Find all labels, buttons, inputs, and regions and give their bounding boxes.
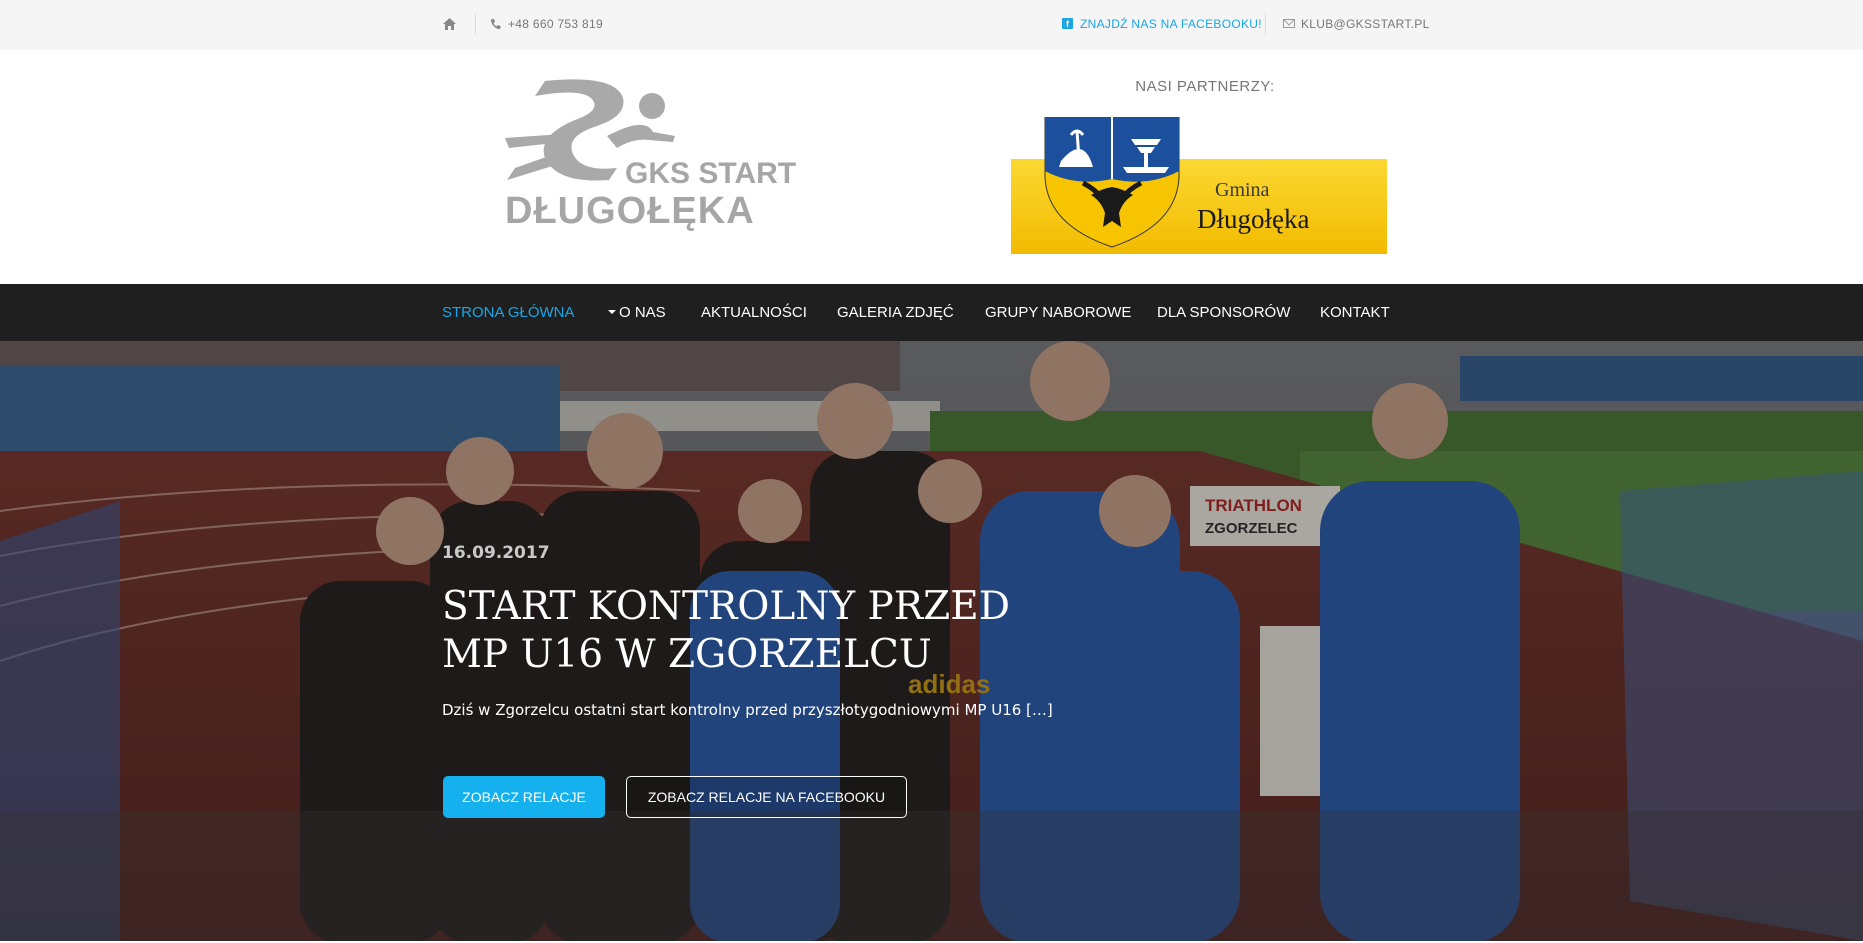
view-report-button[interactable]: ZOBACZ RELACJE — [443, 776, 605, 818]
facebook-link[interactable]: ZNAJDŹ NAS NA FACEBOOKU! — [1080, 17, 1262, 31]
partner-line1: Gmina — [1215, 179, 1270, 201]
post-excerpt: Dziś w Zgorzelcu ostatni start kontrolny… — [442, 701, 1053, 719]
club-logo[interactable]: GKS START DŁUGOŁĘKA — [505, 76, 825, 251]
site-header: GKS START DŁUGOŁĘKA NASI PARTNERZY: Gmin… — [0, 50, 1863, 284]
nav-item-news[interactable]: AKTUALNOŚCI — [701, 304, 807, 321]
logo-line2: DŁUGOŁĘKA — [505, 190, 755, 232]
nav-item-gallery[interactable]: GALERIA ZDJĘĆ — [837, 304, 954, 321]
envelope-icon — [1283, 19, 1295, 28]
nav-item-about[interactable]: O NAS — [608, 304, 666, 321]
nav-item-home[interactable]: STRONA GŁÓWNA — [442, 304, 575, 321]
logo-runner-head-icon — [639, 93, 665, 119]
top-bar: +48 660 753 819 f ZNAJDŹ NAS NA FACEBOOK… — [0, 0, 1863, 50]
nav-item-about-label: O NAS — [619, 304, 666, 321]
phone-icon — [490, 19, 501, 30]
view-report-facebook-button[interactable]: ZOBACZ RELACJE NA FACEBOOKU — [626, 776, 907, 818]
nav-item-contact[interactable]: KONTAKT — [1320, 304, 1390, 321]
phone-number[interactable]: +48 660 753 819 — [508, 17, 603, 31]
email-link[interactable]: KLUB@GKSSTART.PL — [1301, 17, 1430, 31]
facebook-icon[interactable]: f — [1062, 18, 1073, 29]
partner-banner-gmina[interactable]: Gmina Długołęka — [1011, 117, 1387, 254]
post-title[interactable]: START KONTROLNY PRZED MP U16 W ZGORZELCU — [442, 583, 1082, 679]
caret-down-icon — [608, 310, 616, 314]
partners-label: NASI PARTNERZY: — [1135, 78, 1275, 95]
logo-line1: GKS START — [625, 157, 796, 190]
post-date: 16.09.2017 — [442, 543, 550, 563]
home-icon[interactable] — [442, 17, 457, 31]
nav-item-groups[interactable]: GRUPY NABOROWE — [985, 304, 1131, 321]
top-bar-inner: +48 660 753 819 f ZNAJDŹ NAS NA FACEBOOK… — [442, 0, 1429, 50]
top-bar-divider — [1265, 13, 1266, 35]
main-navigation: STRONA GŁÓWNA O NAS AKTUALNOŚCI GALERIA … — [0, 284, 1863, 341]
hero-slider: TRIATHLON ZGORZELEC adidas 16.09.2017 ST… — [0, 341, 1863, 943]
nav-item-sponsors[interactable]: DLA SPONSORÓW — [1157, 304, 1290, 321]
logo-runner-arm-icon — [607, 124, 675, 148]
partner-line2: Długołęka — [1197, 204, 1309, 234]
top-bar-divider — [475, 13, 476, 35]
